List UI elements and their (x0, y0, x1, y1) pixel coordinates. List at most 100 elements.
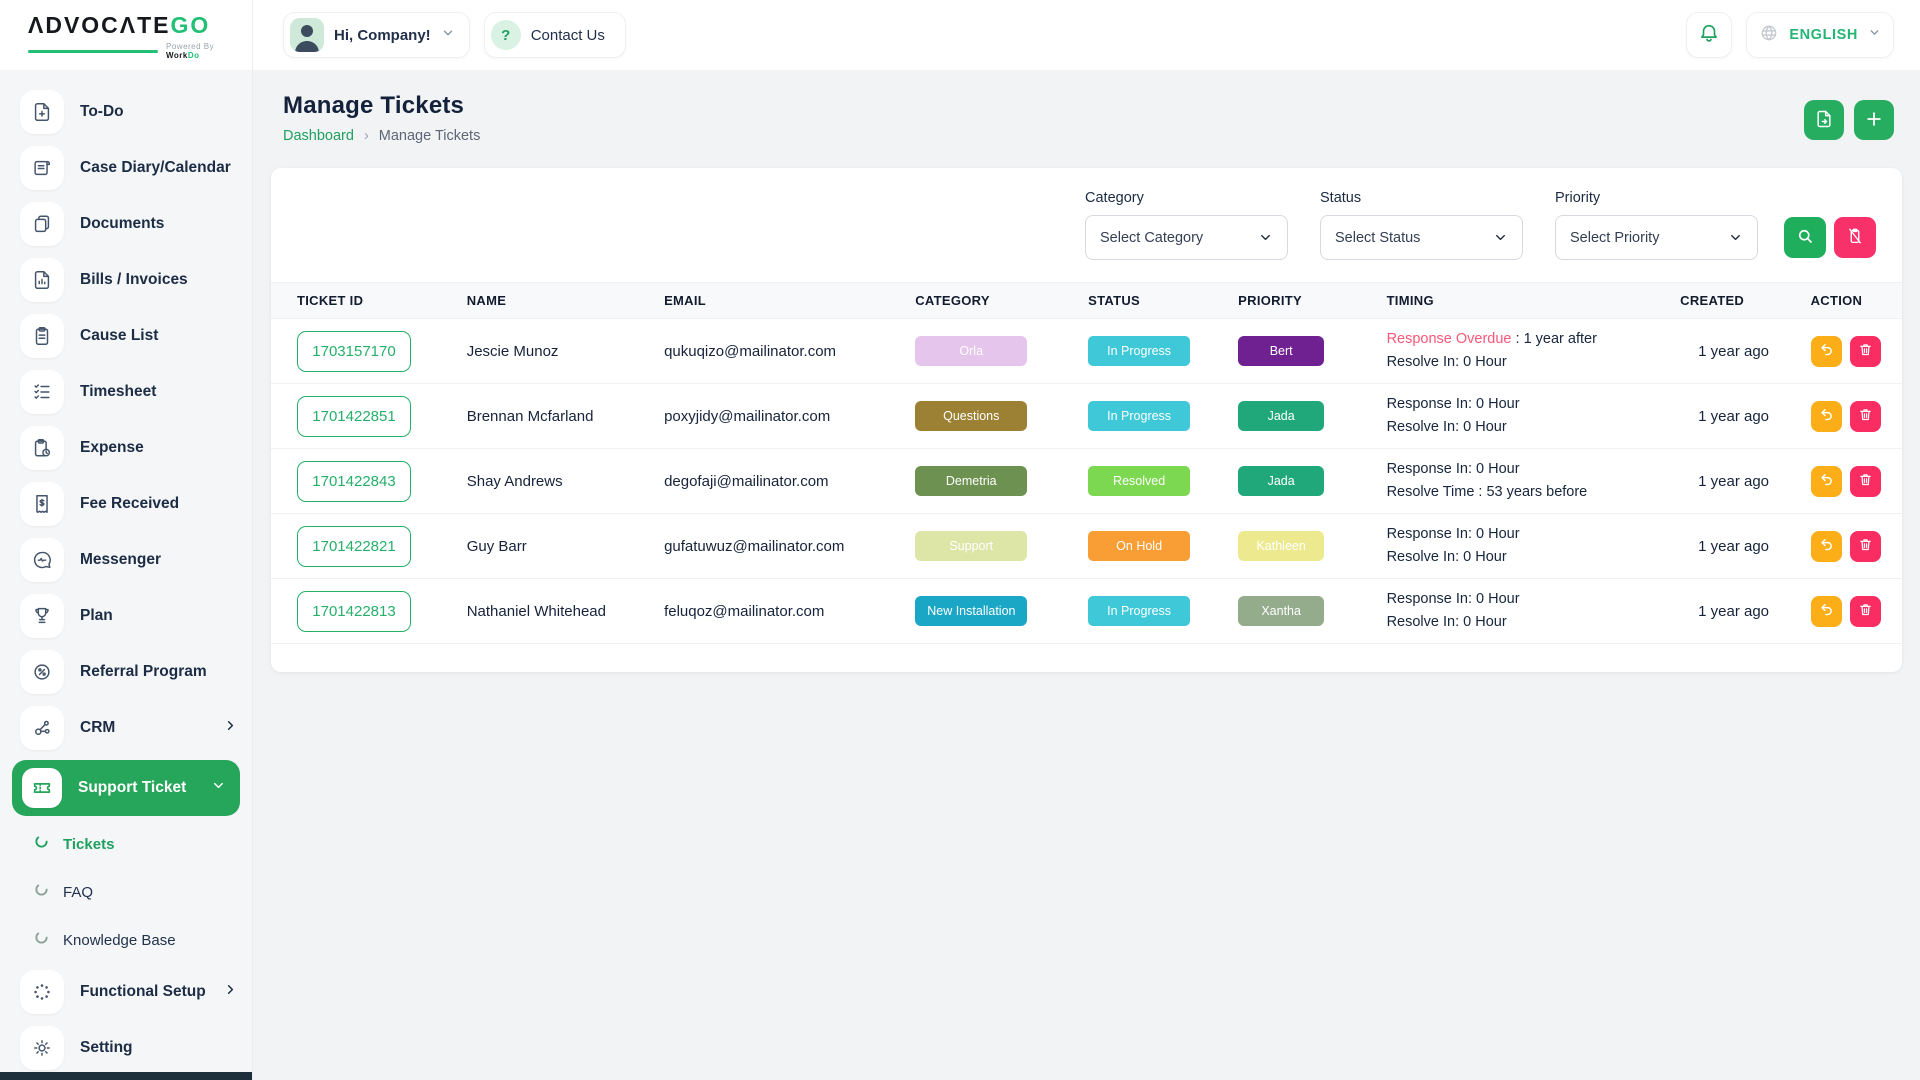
reply-ticket-button[interactable] (1811, 401, 1842, 432)
ticket-email: feluqoz@mailinator.com (664, 579, 915, 644)
sidebar-item-plan[interactable]: Plan (0, 588, 252, 644)
priority-badge: Kathleen (1238, 531, 1324, 561)
timing-cell: Response In: 0 Hour Resolve In: 0 Hour (1387, 514, 1681, 579)
file-export-icon (1814, 109, 1834, 132)
search-icon (1796, 227, 1814, 248)
table-row: 1701422843 Shay Andrews degofaji@mailina… (271, 449, 1902, 514)
trash-icon (1858, 472, 1873, 490)
table-row: 1701422851 Brennan Mcfarland poxyjidy@ma… (271, 384, 1902, 449)
sidebar-item-fee-received[interactable]: Fee Received (0, 476, 252, 532)
chevron-right-icon (223, 718, 238, 738)
plus-icon (1864, 109, 1884, 132)
ticket-email: degofaji@mailinator.com (664, 449, 915, 514)
delete-ticket-button[interactable] (1850, 401, 1881, 432)
priority-badge: Jada (1238, 466, 1324, 496)
sidebar-item-label: Bills / Invoices (80, 271, 238, 289)
sidebar-subitem-tickets[interactable]: Tickets (0, 820, 252, 868)
timing-cell: Response In: 0 Hour Resolve Time : 53 ye… (1387, 449, 1681, 514)
status-select[interactable]: Select Status (1320, 215, 1523, 260)
sidebar-subitem-label: Tickets (63, 836, 114, 853)
sidebar-item-label: Case Diary/Calendar (80, 159, 238, 177)
sidebar-subitem-knowledge-base[interactable]: Knowledge Base (0, 916, 252, 964)
column-header-email: Email (664, 283, 915, 319)
reply-icon (1819, 602, 1834, 620)
ticket-id-button[interactable]: 1701422821 (297, 526, 411, 567)
column-header-name: Name (467, 283, 664, 319)
status-filter-label: Status (1320, 190, 1523, 206)
column-header-ticket-id: Ticket Id (271, 283, 467, 319)
priority-badge: Bert (1238, 336, 1324, 366)
delete-ticket-button[interactable] (1850, 531, 1881, 562)
sidebar-item-messenger[interactable]: Messenger (0, 532, 252, 588)
delete-ticket-button[interactable] (1850, 596, 1881, 627)
ticket-name: Nathaniel Whitehead (467, 579, 664, 644)
sidebar-item-support-ticket[interactable]: Support Ticket (12, 760, 240, 816)
ticket-id-button[interactable]: 1701422851 (297, 396, 411, 437)
breadcrumb-dashboard-link[interactable]: Dashboard (283, 128, 354, 144)
table-body: 1703157170 Jescie Munoz qukuqizo@mailina… (271, 319, 1902, 644)
sidebar-item-crm[interactable]: CRM (0, 700, 252, 756)
sidebar-item-expense[interactable]: Expense (0, 420, 252, 476)
ticket-id-button[interactable]: 1701422813 (297, 591, 411, 632)
sidebar-item-timesheet[interactable]: Timesheet (0, 364, 252, 420)
column-header-category: Category (915, 283, 1088, 319)
to-do-icon (20, 90, 64, 134)
account-menu[interactable]: Hi, Company! (283, 12, 470, 58)
clear-filters-button[interactable] (1834, 217, 1876, 258)
create-ticket-button[interactable] (1854, 100, 1894, 140)
timesheet-icon (20, 370, 64, 414)
page-title: Manage Tickets (283, 92, 480, 120)
sidebar-item-referral-program[interactable]: Referral Program (0, 644, 252, 700)
reply-icon (1819, 407, 1834, 425)
column-header-status: Status (1088, 283, 1238, 319)
table-header-row: Ticket IdNameEmailCategoryStatusPriority… (271, 283, 1902, 319)
ticket-name: Shay Andrews (467, 449, 664, 514)
timing-cell: Response In: 0 Hour Resolve In: 0 Hour (1387, 579, 1681, 644)
sidebar-item-label: To-Do (80, 103, 238, 121)
column-header-created: Created (1680, 283, 1810, 319)
column-header-timing: Timing (1387, 283, 1681, 319)
delete-ticket-button[interactable] (1850, 466, 1881, 497)
priority-badge: Jada (1238, 401, 1324, 431)
category-badge: Orla (915, 336, 1027, 366)
app-logo[interactable]: ΛDVOCΛTEGO Powered By WorkDo (0, 0, 252, 70)
export-tickets-button[interactable] (1804, 100, 1844, 140)
cause-list-icon (20, 314, 64, 358)
sidebar-item-case-diary-calendar[interactable]: Case Diary/Calendar (0, 140, 252, 196)
sidebar-item-setting[interactable]: Setting (0, 1020, 252, 1072)
sidebar-bottom-strip (0, 1072, 252, 1080)
status-badge: In Progress (1088, 336, 1190, 366)
breadcrumb-current: Manage Tickets (379, 128, 481, 144)
ticket-id-button[interactable]: 1703157170 (297, 331, 411, 372)
sidebar-subitem-faq[interactable]: FAQ (0, 868, 252, 916)
ticket-id-button[interactable]: 1701422843 (297, 461, 411, 502)
sidebar-item-label: Setting (80, 1039, 238, 1057)
status-badge: In Progress (1088, 596, 1190, 626)
reply-ticket-button[interactable] (1811, 466, 1842, 497)
sidebar-item-bills-invoices[interactable]: Bills / Invoices (0, 252, 252, 308)
reply-icon (1819, 472, 1834, 490)
column-header-action: Action (1811, 283, 1902, 319)
messenger-icon (20, 538, 64, 582)
category-select[interactable]: Select Category (1085, 215, 1288, 260)
sidebar-item-label: Messenger (80, 551, 238, 569)
sidebar-item-to-do[interactable]: To-Do (0, 84, 252, 140)
delete-ticket-button[interactable] (1850, 336, 1881, 367)
breadcrumb-separator: › (364, 128, 369, 144)
status-badge: On Hold (1088, 531, 1190, 561)
sidebar-item-label: Plan (80, 607, 238, 625)
apply-filters-button[interactable] (1784, 217, 1826, 258)
priority-select[interactable]: Select Priority (1555, 215, 1758, 260)
language-label: ENGLISH (1789, 27, 1858, 43)
sidebar-item-functional-setup[interactable]: Functional Setup (0, 964, 252, 1020)
reply-ticket-button[interactable] (1811, 336, 1842, 367)
ticket-name: Guy Barr (467, 514, 664, 579)
language-selector[interactable]: ENGLISH (1746, 12, 1894, 58)
contact-us-button[interactable]: ? Contact Us (484, 12, 626, 58)
reply-ticket-button[interactable] (1811, 596, 1842, 627)
sidebar-item-cause-list[interactable]: Cause List (0, 308, 252, 364)
sidebar-item-documents[interactable]: Documents (0, 196, 252, 252)
reply-ticket-button[interactable] (1811, 531, 1842, 562)
notifications-button[interactable] (1686, 12, 1732, 58)
category-badge: Questions (915, 401, 1027, 431)
